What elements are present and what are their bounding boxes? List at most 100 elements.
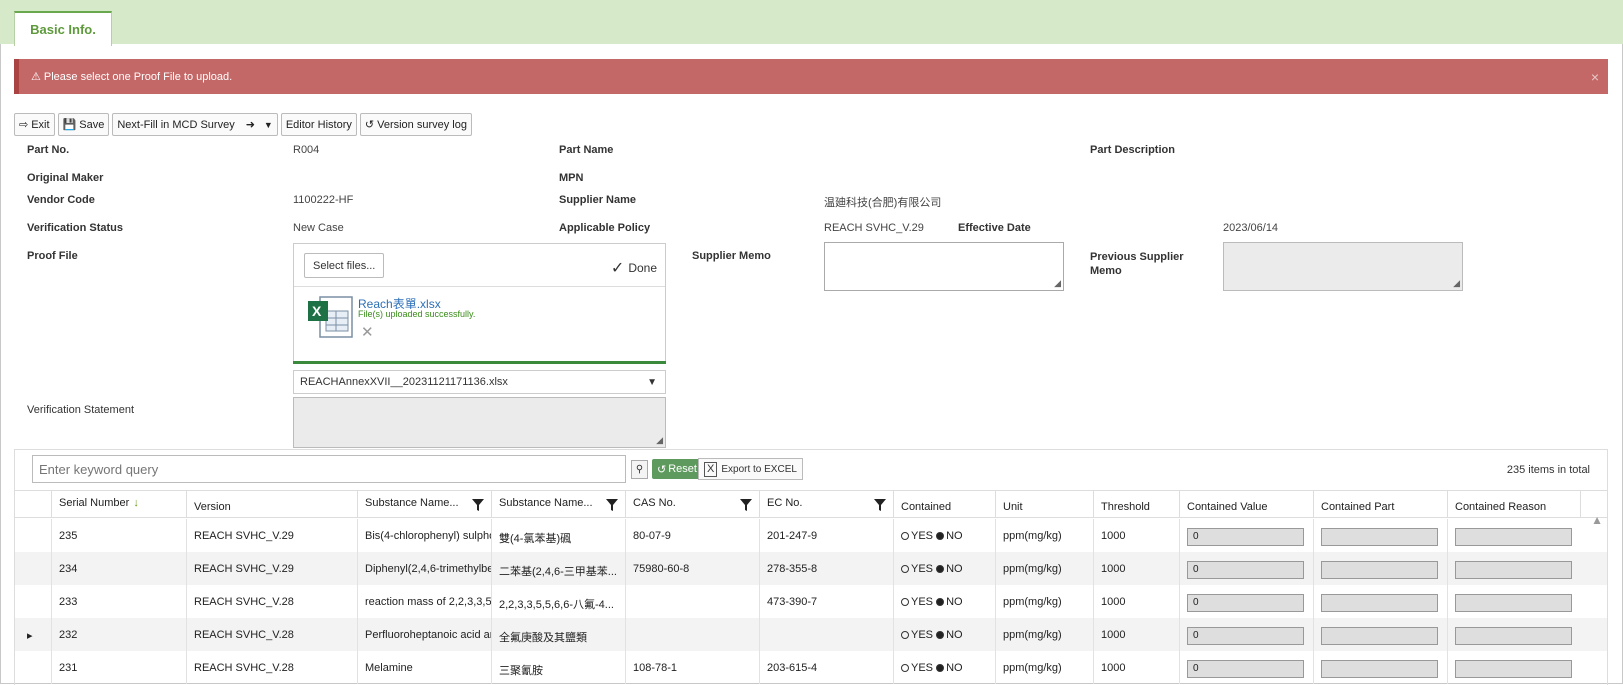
header-threshold[interactable]: Threshold: [1093, 491, 1179, 518]
cell-contained-value: 0: [1179, 651, 1313, 684]
contained-part-input[interactable]: [1321, 594, 1438, 612]
radio-icon: [901, 598, 909, 606]
contained-reason-input[interactable]: [1455, 528, 1572, 546]
contained-part-input[interactable]: [1321, 528, 1438, 546]
expand-row-icon[interactable]: ▸: [27, 630, 33, 642]
no-label: NO: [946, 662, 963, 674]
select-files-button[interactable]: Select files...: [304, 253, 385, 278]
export-excel-button[interactable]: X Export to EXCEL: [698, 458, 803, 480]
remove-file-icon[interactable]: ✕: [361, 323, 374, 341]
contained-part-input[interactable]: [1321, 660, 1438, 678]
sort-down-icon[interactable]: ↓: [133, 497, 139, 509]
contained-reason-input[interactable]: [1455, 594, 1572, 612]
chevron-down-icon[interactable]: ▼: [264, 120, 273, 130]
excel-file-icon: X: [308, 296, 353, 338]
cell-unit: ppm(mg/kg): [995, 585, 1093, 618]
contained-yes-radio[interactable]: YES: [901, 662, 933, 674]
exit-icon: ⇨: [19, 119, 29, 131]
arrow-right-icon: ➜: [245, 119, 255, 131]
proof-file-select[interactable]: REACHAnnexXVII__20231121171136.xlsx ▼: [293, 370, 666, 394]
version-survey-log-button[interactable]: ↺ Version survey log: [359, 113, 472, 136]
tab-strip: Basic Info.: [0, 0, 1623, 46]
contained-no-radio[interactable]: NO: [936, 662, 963, 674]
header-unit[interactable]: Unit: [995, 491, 1093, 518]
cell-contained-part: [1313, 519, 1447, 552]
header-cas-no[interactable]: CAS No.: [625, 491, 759, 518]
radio-selected-icon: [936, 532, 945, 540]
cell-contained-value: 0: [1179, 618, 1313, 651]
radio-selected-icon: [936, 631, 945, 639]
row-expand-cell[interactable]: [15, 585, 51, 618]
upload-status-text: File(s) uploaded successfully.: [358, 309, 476, 319]
filter-icon[interactable]: [874, 499, 886, 511]
upload-done-status: ✓ Done: [611, 258, 657, 278]
contained-reason-input[interactable]: [1455, 561, 1572, 579]
contained-yes-radio[interactable]: YES: [901, 629, 933, 641]
chevron-down-icon[interactable]: ▼: [647, 377, 657, 388]
table-row[interactable]: 234 REACH SVHC_V.29 Diphenyl(2,4,6-trimeth…: [15, 552, 1607, 585]
contained-yes-radio[interactable]: YES: [901, 596, 933, 608]
exit-button[interactable]: ⇨ Exit: [14, 113, 55, 136]
header-contained-reason[interactable]: Contained Reason: [1447, 491, 1581, 518]
header-substance-name-zh[interactable]: Substance Name...: [491, 491, 625, 518]
table-row[interactable]: 231 REACH SVHC_V.28 Melamine 三聚氰胺 108-78-1 20…: [15, 651, 1607, 684]
keyword-search-input[interactable]: [32, 455, 626, 483]
header-substance-name-en[interactable]: Substance Name...: [357, 491, 491, 518]
header-contained[interactable]: Contained: [893, 491, 995, 518]
supplier-memo-textarea[interactable]: ◢: [824, 242, 1064, 291]
contained-no-radio[interactable]: NO: [936, 596, 963, 608]
next-fill-label: Next-Fill in MCD Survey: [117, 118, 235, 131]
original-maker-label: Original Maker: [27, 172, 104, 184]
contained-yes-radio[interactable]: YES: [901, 530, 933, 542]
save-button[interactable]: 💾 Save: [57, 113, 110, 136]
header-cas-label: CAS No.: [633, 497, 676, 509]
filter-icon[interactable]: [740, 499, 752, 511]
search-icon[interactable]: ⚲: [631, 460, 648, 479]
contained-reason-input[interactable]: [1455, 660, 1572, 678]
row-expand-cell[interactable]: [15, 519, 51, 552]
cell-substance-name-en: Melamine: [357, 651, 491, 684]
cell-threshold: 1000: [1093, 585, 1179, 618]
history-icon: ↺: [364, 119, 375, 131]
mpn-label: MPN: [559, 172, 584, 184]
next-fill-button[interactable]: Next-Fill in MCD Survey ➜ ▼: [112, 113, 278, 136]
contained-no-radio[interactable]: NO: [936, 563, 963, 575]
contained-reason-input[interactable]: [1455, 627, 1572, 645]
row-expand-cell[interactable]: [15, 552, 51, 585]
contained-value-input[interactable]: 0: [1187, 594, 1304, 612]
tab-basic-info[interactable]: Basic Info.: [14, 11, 112, 46]
contained-value-input[interactable]: 0: [1187, 528, 1304, 546]
filter-icon[interactable]: [606, 499, 618, 511]
header-version[interactable]: Version: [186, 491, 357, 518]
close-icon[interactable]: ×: [1591, 69, 1599, 85]
contained-no-radio[interactable]: NO: [936, 629, 963, 641]
table-row[interactable]: 235 REACH SVHC_V.29 Bis(4-chlorophenyl) su…: [15, 519, 1607, 552]
no-label: NO: [946, 596, 963, 608]
toolbar: ⇨ Exit 💾 Save Next-Fill in MCD Survey ➜ …: [14, 113, 472, 136]
row-expand-cell[interactable]: [15, 651, 51, 684]
header-ec-no[interactable]: EC No.: [759, 491, 893, 518]
row-expand-cell[interactable]: ▸: [15, 618, 51, 651]
scroll-up-icon[interactable]: ▲: [1591, 513, 1603, 527]
contained-value-input[interactable]: 0: [1187, 561, 1304, 579]
reset-button[interactable]: ↺ Reset: [652, 459, 702, 479]
contained-value-input[interactable]: 0: [1187, 660, 1304, 678]
contained-part-input[interactable]: [1321, 561, 1438, 579]
cell-contained: YES NO: [893, 651, 995, 684]
header-contained-part[interactable]: Contained Part: [1313, 491, 1447, 518]
cell-contained-reason: [1447, 585, 1581, 618]
table-row[interactable]: ▸ 232 REACH SVHC_V.28 Perfluoroheptanoic ac…: [15, 618, 1607, 651]
contained-no-radio[interactable]: NO: [936, 530, 963, 542]
table-row[interactable]: 233 REACH SVHC_V.28 reaction mass of 2,2,3…: [15, 585, 1607, 618]
cell-ec-no: 201-247-9: [759, 519, 893, 552]
resize-grip-icon[interactable]: ◢: [1054, 278, 1061, 289]
done-label: Done: [628, 261, 657, 275]
contained-yes-radio[interactable]: YES: [901, 563, 933, 575]
cell-substance-name-en: reaction mass of 2,2,3,3,5,5: [357, 585, 491, 618]
filter-icon[interactable]: [472, 499, 484, 511]
contained-part-input[interactable]: [1321, 627, 1438, 645]
header-contained-value[interactable]: Contained Value: [1179, 491, 1313, 518]
contained-value-input[interactable]: 0: [1187, 627, 1304, 645]
cell-serial-number: 231: [51, 651, 186, 684]
editor-history-button[interactable]: Editor History: [280, 113, 357, 136]
